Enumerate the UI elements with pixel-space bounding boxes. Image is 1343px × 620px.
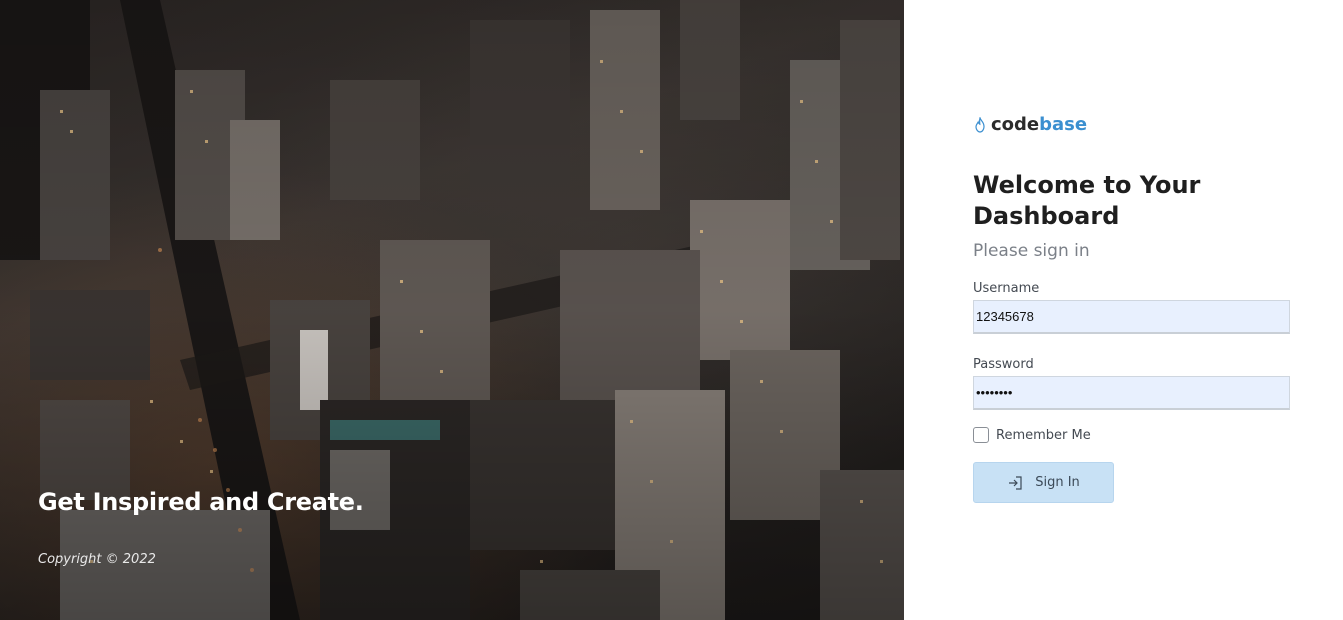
brand-logo: code base <box>973 114 1087 135</box>
username-label: Username <box>973 281 1040 296</box>
login-panel: code base Welcome to Your Dashboard Pleas… <box>904 0 1343 620</box>
sign-in-icon <box>1009 475 1022 490</box>
username-input[interactable] <box>973 300 1290 334</box>
password-label: Password <box>973 357 1034 372</box>
hero-tagline: Get Inspired and Create. <box>38 488 364 516</box>
page-title: Welcome to Your Dashboard <box>973 171 1201 230</box>
sign-in-button[interactable]: Sign In <box>973 462 1114 503</box>
copyright-text: Copyright © 2022 <box>38 552 156 567</box>
password-input[interactable] <box>973 376 1290 410</box>
remember-me-label[interactable]: Remember Me <box>996 428 1091 443</box>
brand-name-part2: base <box>1039 114 1088 135</box>
remember-me-row[interactable]: Remember Me <box>973 427 1091 443</box>
remember-me-checkbox[interactable] <box>973 427 989 443</box>
page-subtitle: Please sign in <box>973 241 1090 261</box>
flame-icon <box>975 116 985 133</box>
brand-name-part1: code <box>991 114 1040 135</box>
hero-overlay <box>0 0 904 620</box>
hero-panel: Get Inspired and Create. Copyright © 202… <box>0 0 904 620</box>
sign-in-label: Sign In <box>1035 475 1080 490</box>
